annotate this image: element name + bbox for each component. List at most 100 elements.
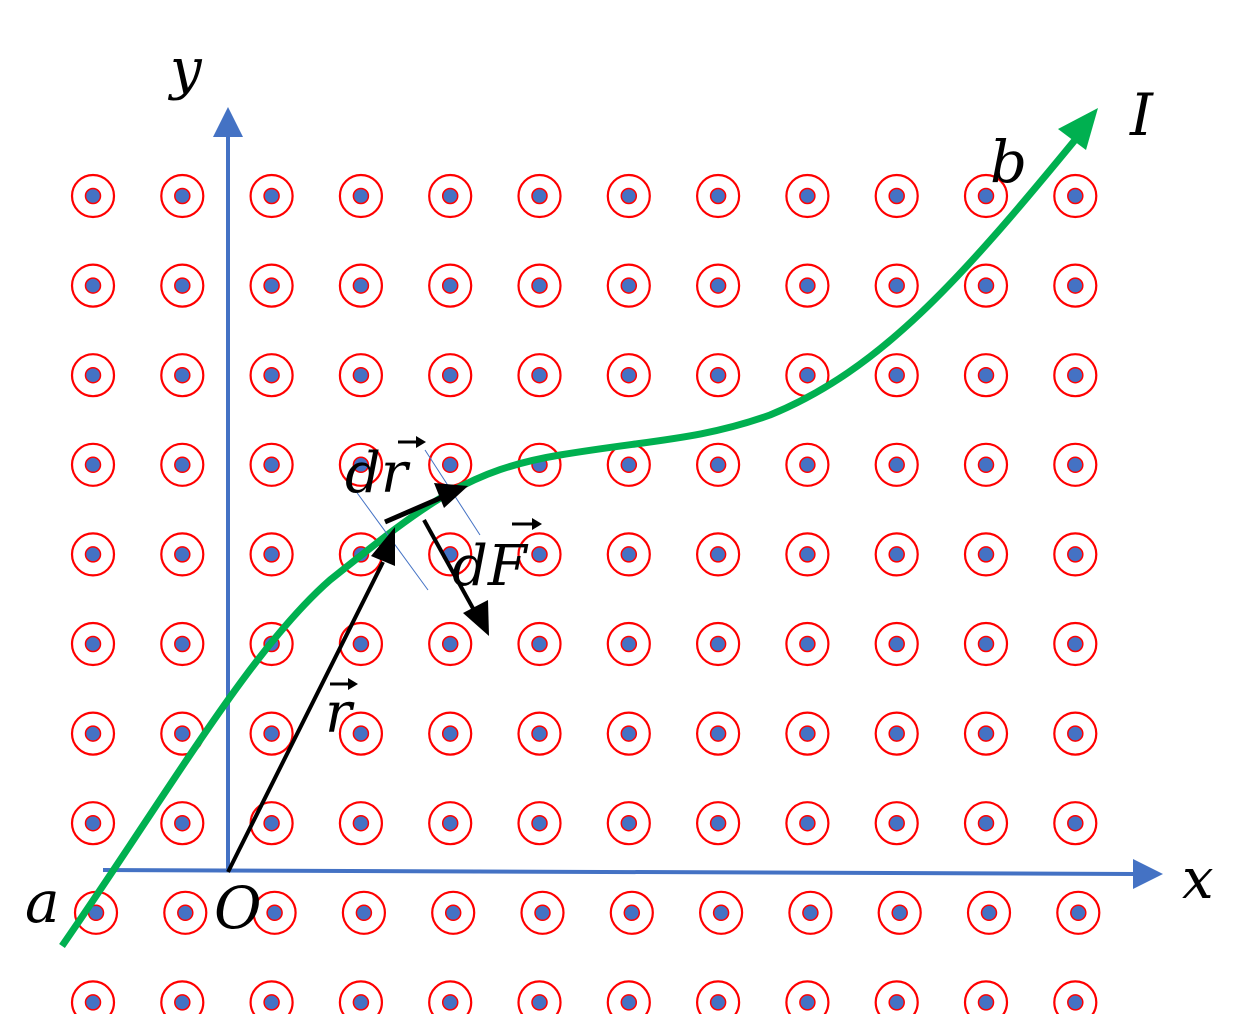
field-symbol bbox=[963, 980, 1009, 1014]
field-symbol bbox=[249, 980, 294, 1014]
field-symbol bbox=[963, 442, 1009, 487]
field-symbol bbox=[877, 890, 922, 935]
field-symbol bbox=[160, 801, 205, 846]
field-symbol bbox=[963, 801, 1009, 846]
field-symbol bbox=[874, 532, 919, 577]
field-symbol bbox=[963, 353, 1009, 398]
field-symbol bbox=[788, 890, 833, 935]
field-symbol bbox=[1053, 801, 1098, 846]
field-symbol bbox=[874, 173, 919, 219]
field-symbol bbox=[609, 890, 654, 935]
field-symbol bbox=[785, 532, 830, 577]
field-symbol bbox=[874, 263, 919, 308]
field-symbol bbox=[606, 173, 651, 219]
field-symbol bbox=[249, 532, 294, 577]
field-symbol bbox=[160, 173, 205, 219]
field-symbol bbox=[428, 711, 473, 756]
field-symbol bbox=[160, 980, 205, 1014]
field-symbol bbox=[785, 980, 830, 1014]
y-axis bbox=[213, 107, 243, 872]
field-symbol bbox=[431, 890, 476, 935]
field-symbol bbox=[874, 353, 919, 398]
field-symbol bbox=[517, 711, 562, 756]
field-symbol bbox=[428, 353, 473, 398]
y-axis-label: y bbox=[167, 37, 203, 102]
field-symbol bbox=[338, 173, 383, 219]
field-symbol bbox=[338, 263, 383, 308]
field-symbol bbox=[70, 532, 116, 577]
field-symbol bbox=[338, 353, 383, 398]
current-wire bbox=[59, 108, 1098, 948]
field-symbol bbox=[695, 353, 741, 398]
field-symbol bbox=[160, 532, 205, 577]
field-symbol bbox=[698, 890, 744, 935]
field-symbol bbox=[874, 442, 919, 487]
field-symbol bbox=[606, 621, 651, 667]
field-symbol bbox=[70, 980, 116, 1014]
field-symbol bbox=[249, 353, 294, 398]
field-symbol bbox=[1053, 980, 1098, 1014]
field-symbol bbox=[695, 621, 741, 667]
field-symbol bbox=[695, 263, 741, 308]
x-axis-arrowhead bbox=[1133, 859, 1163, 889]
field-symbol bbox=[517, 353, 562, 398]
field-symbol bbox=[874, 801, 919, 846]
field-symbol bbox=[695, 173, 741, 219]
field-symbol bbox=[1053, 442, 1098, 487]
magnetic-force-diagram: y x O a b I r dr dF bbox=[25, 37, 1214, 1014]
field-symbol bbox=[696, 980, 741, 1014]
field-symbol bbox=[606, 980, 651, 1014]
field-symbol bbox=[249, 711, 294, 756]
field-symbol bbox=[160, 442, 205, 487]
field-symbol bbox=[963, 711, 1009, 756]
field-symbol bbox=[785, 442, 830, 487]
field-symbol bbox=[963, 621, 1009, 667]
field-symbol bbox=[785, 621, 830, 667]
position-vector bbox=[226, 527, 395, 873]
field-symbol bbox=[963, 532, 1009, 577]
field-symbol bbox=[874, 980, 919, 1014]
field-symbol bbox=[70, 263, 116, 308]
field-symbol bbox=[606, 532, 651, 577]
force-element-label: dF bbox=[452, 518, 542, 599]
field-symbol bbox=[428, 980, 473, 1014]
field-symbol bbox=[428, 263, 473, 308]
field-symbol bbox=[341, 890, 386, 935]
field-symbol bbox=[874, 621, 919, 667]
field-symbol bbox=[1053, 353, 1098, 398]
field-symbol bbox=[1053, 711, 1098, 756]
field-symbol bbox=[963, 263, 1009, 308]
field-symbol bbox=[338, 801, 383, 846]
field-symbol bbox=[606, 263, 651, 308]
x-axis bbox=[102, 859, 1163, 889]
field-symbol bbox=[70, 442, 116, 487]
field-symbol bbox=[606, 711, 651, 756]
field-symbol bbox=[160, 621, 205, 667]
field-symbol bbox=[1053, 621, 1098, 667]
field-symbol bbox=[428, 621, 473, 667]
x-axis-label: x bbox=[1182, 847, 1214, 912]
wire-path bbox=[59, 137, 1078, 948]
field-symbol bbox=[606, 801, 651, 846]
field-symbol bbox=[1053, 173, 1098, 219]
field-symbol bbox=[517, 980, 562, 1014]
field-symbol bbox=[785, 173, 830, 219]
field-symbol bbox=[517, 263, 562, 308]
field-symbol bbox=[695, 442, 741, 487]
field-symbol bbox=[338, 980, 383, 1014]
point-b-label: b bbox=[990, 128, 1027, 196]
field-symbol bbox=[874, 711, 919, 756]
line-element-symbol: dr bbox=[345, 441, 411, 506]
field-symbol bbox=[249, 173, 294, 219]
diagram: y x O a b I r dr dF bbox=[0, 0, 1247, 1014]
field-symbol bbox=[606, 353, 651, 398]
position-vector-symbol: r bbox=[325, 681, 355, 746]
field-symbol bbox=[70, 353, 116, 398]
field-symbol bbox=[966, 890, 1012, 935]
force-element-symbol: dF bbox=[452, 534, 529, 599]
field-symbol bbox=[1053, 263, 1098, 308]
field-symbol bbox=[517, 173, 562, 219]
field-symbol bbox=[249, 263, 294, 308]
field-symbol bbox=[338, 621, 383, 667]
field-symbol bbox=[428, 801, 473, 846]
